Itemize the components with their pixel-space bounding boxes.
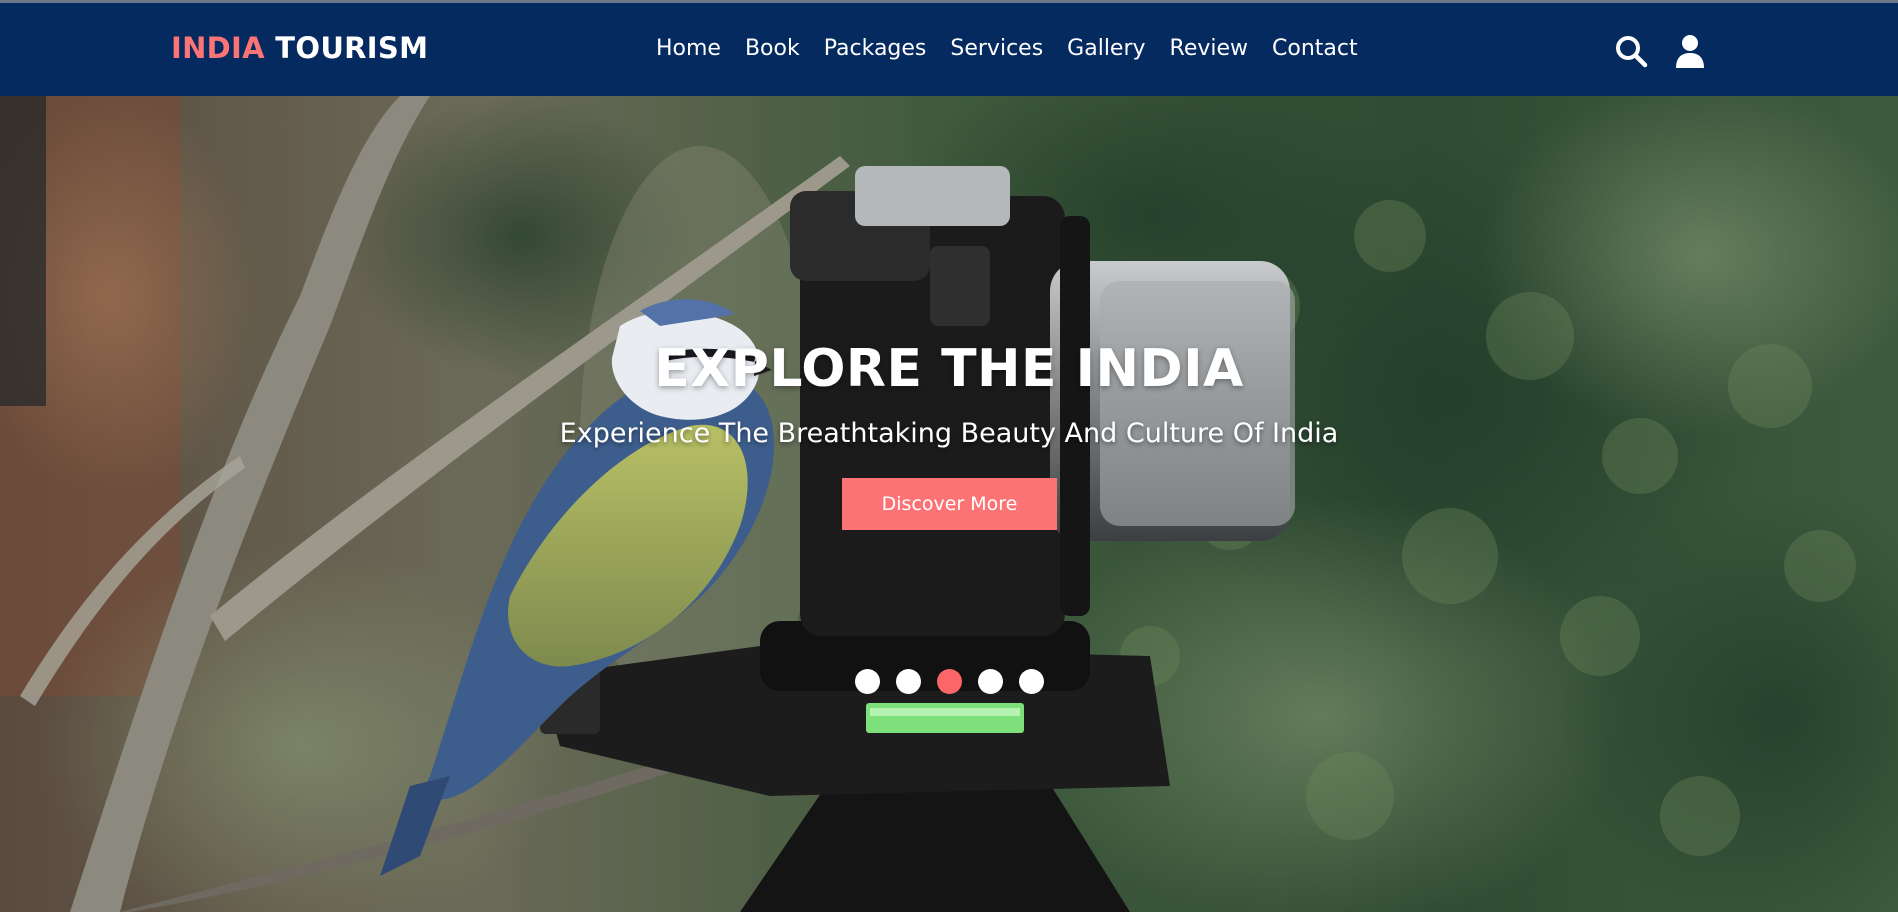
discover-more-button[interactable]: Discover More: [842, 478, 1057, 530]
carousel-dot-5[interactable]: [1019, 669, 1044, 694]
carousel-dot-1[interactable]: [855, 669, 880, 694]
brand-logo[interactable]: INDIA TOURISM: [171, 31, 428, 65]
user-icon[interactable]: [1673, 34, 1707, 68]
main-nav: Home Book Packages Services Gallery Revi…: [656, 36, 1358, 61]
nav-item-packages[interactable]: Packages: [824, 36, 927, 61]
brand-part-india: INDIA: [171, 31, 265, 65]
hero-carousel: EXPLORE THE INDIA Experience The Breatht…: [0, 96, 1898, 912]
nav-item-review[interactable]: Review: [1170, 36, 1249, 61]
carousel-dot-2[interactable]: [896, 669, 921, 694]
nav-item-home[interactable]: Home: [656, 36, 721, 61]
carousel-indicators: [855, 669, 1044, 694]
nav-item-contact[interactable]: Contact: [1272, 36, 1358, 61]
carousel-dot-4[interactable]: [978, 669, 1003, 694]
navbar: INDIA TOURISM Home Book Packages Service…: [0, 0, 1898, 96]
page: INDIA TOURISM Home Book Packages Service…: [0, 0, 1898, 912]
nav-item-services[interactable]: Services: [950, 36, 1043, 61]
nav-item-gallery[interactable]: Gallery: [1067, 36, 1145, 61]
brand-part-tourism: TOURISM: [275, 31, 429, 65]
search-icon[interactable]: [1614, 34, 1648, 68]
carousel-dot-3[interactable]: [937, 669, 962, 694]
nav-item-book[interactable]: Book: [745, 36, 800, 61]
